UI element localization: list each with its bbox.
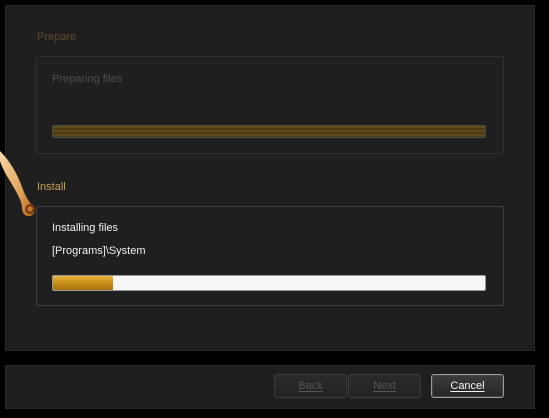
prepare-status-text: Preparing files: [52, 73, 123, 85]
install-status-text: Installing files: [52, 222, 119, 234]
prepare-progress-bar: [52, 125, 486, 138]
button-bar: Back Next Cancel: [5, 365, 535, 409]
cancel-button[interactable]: Cancel: [431, 374, 504, 398]
install-section-title: Install: [37, 181, 66, 193]
install-progress-fill: [53, 276, 114, 290]
back-button-label: Back: [298, 380, 323, 392]
install-current-path: [Programs]\System: [52, 245, 146, 257]
back-button[interactable]: Back: [274, 374, 347, 398]
cancel-button-label: Cancel: [450, 380, 485, 392]
flame-decoration-icon: [0, 151, 35, 217]
content-panel: Prepare Preparing files Install Installi…: [5, 5, 535, 351]
install-group-box: Installing files [Programs]\System: [36, 206, 504, 306]
prepare-group-box: Preparing files: [36, 56, 504, 154]
prepare-section-title: Prepare: [37, 31, 77, 43]
installer-window: Prepare Preparing files Install Installi…: [0, 0, 549, 418]
next-button-label: Next: [373, 380, 396, 392]
install-progress-bar: [52, 275, 486, 291]
prepare-progress-fill: [53, 126, 485, 137]
next-button[interactable]: Next: [348, 374, 421, 398]
